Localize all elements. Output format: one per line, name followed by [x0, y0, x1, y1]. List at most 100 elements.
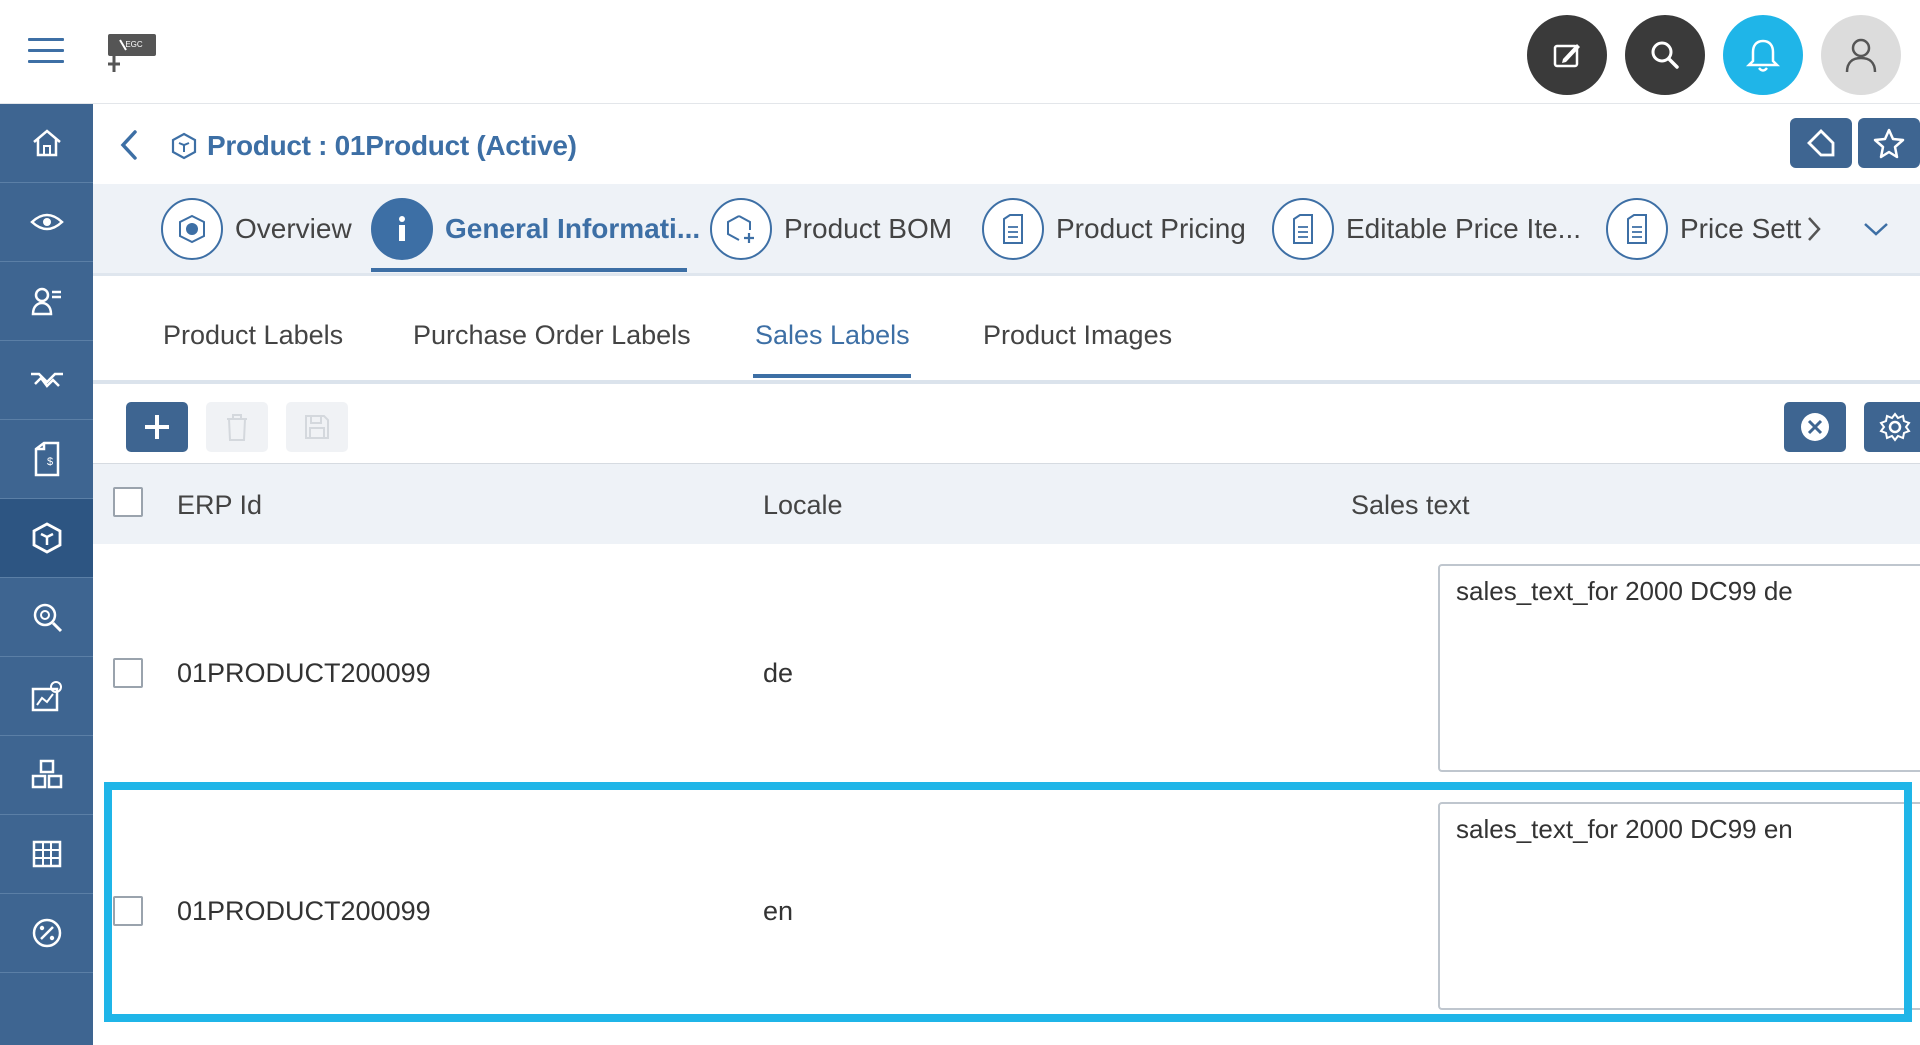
table-row[interactable]: 01PRODUCT200099 de sales_text_for 2000 D…	[93, 548, 1920, 786]
main-tab-bar: Overview General Informati... Product BO…	[93, 184, 1920, 276]
percent-icon	[32, 918, 61, 948]
user-icon	[1845, 38, 1877, 73]
chevron-right-icon	[1808, 217, 1821, 241]
hamburger-menu-icon[interactable]	[28, 38, 64, 68]
price-document-icon	[1293, 214, 1313, 244]
tab-label: Editable Price Ite...	[1346, 213, 1582, 244]
page-header: Product : 01Product (Active)	[93, 104, 1920, 184]
tab-product-pricing[interactable]: Product Pricing	[982, 196, 1246, 262]
erp-id-cell: 01PRODUCT200099	[177, 896, 431, 926]
active-tab-indicator	[371, 268, 687, 272]
trash-icon	[227, 414, 247, 441]
bell-icon	[1745, 39, 1781, 72]
erp-id-cell: 01PRODUCT200099	[177, 658, 431, 688]
svg-text:EGC: EGC	[125, 40, 143, 49]
tag-button[interactable]	[1790, 118, 1852, 168]
tab-editable-price-items[interactable]: Editable Price Ite...	[1272, 196, 1581, 262]
tab-overview[interactable]: Overview	[161, 196, 352, 262]
app-logo[interactable]: EGC	[104, 30, 160, 78]
back-button[interactable]	[117, 128, 141, 162]
table-toolbar	[93, 388, 1920, 464]
sidebar-item-analysis[interactable]	[0, 578, 93, 657]
sidebar-item-watch[interactable]	[0, 183, 93, 262]
cubes-icon	[31, 759, 62, 789]
chart-settings-icon	[31, 681, 62, 712]
add-row-button[interactable]	[126, 402, 188, 452]
tab-product-bom[interactable]: Product BOM	[710, 196, 952, 262]
search-icon	[1651, 41, 1679, 69]
column-header-sales-text[interactable]: Sales text	[1351, 490, 1470, 521]
tab-label: Overview	[235, 213, 352, 244]
box-add-icon	[727, 215, 754, 243]
save-button[interactable]	[286, 402, 348, 452]
plus-icon	[145, 415, 169, 439]
sidebar-item-home[interactable]	[0, 104, 93, 183]
handshake-icon	[30, 372, 63, 388]
notifications-button[interactable]	[1723, 15, 1803, 95]
star-icon	[1873, 128, 1905, 159]
row-checkbox[interactable]	[113, 896, 143, 926]
table-header: ERP Id Locale Sales text	[93, 464, 1920, 544]
sidebar-item-tables[interactable]	[0, 815, 93, 894]
column-header-erp-id[interactable]: ERP Id	[177, 490, 262, 521]
edit-icon	[1553, 44, 1580, 68]
user-profile-button[interactable]	[1821, 15, 1901, 95]
sidebar-nav: $	[0, 104, 93, 1045]
favorite-button[interactable]	[1858, 118, 1920, 168]
product-box-icon	[32, 522, 61, 554]
chevron-left-icon	[120, 130, 137, 160]
tab-label: Product BOM	[784, 213, 953, 244]
document-price-icon: $	[34, 441, 59, 477]
select-all-checkbox[interactable]	[113, 487, 143, 517]
home-icon	[32, 129, 61, 157]
top-bar: EGC	[0, 0, 1920, 104]
row-checkbox[interactable]	[113, 658, 143, 688]
tab-general-information[interactable]: General Informati...	[371, 196, 700, 262]
sidebar-item-customers[interactable]	[0, 262, 93, 341]
table-row[interactable]: 01PRODUCT200099 en sales_text_for 2000 D…	[93, 786, 1920, 1024]
sidebar-item-discounts[interactable]	[0, 894, 93, 973]
locale-cell: en	[763, 896, 794, 926]
clear-filter-button[interactable]	[1784, 402, 1846, 452]
gear-icon	[1879, 412, 1911, 442]
active-subtab-indicator	[753, 374, 911, 378]
sidebar-item-deals[interactable]	[0, 341, 93, 420]
column-header-locale[interactable]: Locale	[763, 490, 843, 521]
svg-text:$: $	[47, 456, 53, 468]
sidebar-item-quotes[interactable]: $	[0, 420, 93, 499]
grid-icon	[32, 840, 61, 868]
tabs-dropdown-button[interactable]	[1861, 220, 1891, 243]
tag-icon	[1807, 129, 1835, 157]
page-title: Product : 01Product (Active)	[207, 130, 577, 161]
floppy-disk-icon	[305, 415, 329, 439]
gear-box-icon	[179, 214, 205, 244]
tab-label: Price Sett	[1680, 213, 1802, 244]
search-button[interactable]	[1625, 15, 1705, 95]
sub-tab-bar: Product Labels Purchase Order Labels Sal…	[93, 276, 1920, 384]
sales-text-input[interactable]: sales_text_for 2000 DC99 de	[1438, 564, 1920, 772]
price-document-icon	[1627, 214, 1647, 244]
tab-label: Product Pricing	[1056, 213, 1246, 244]
sidebar-item-products[interactable]	[0, 499, 93, 578]
sidebar-item-reports[interactable]	[0, 657, 93, 736]
table-settings-button[interactable]	[1864, 402, 1920, 452]
tab-price-settings[interactable]: Price Sett	[1606, 196, 1801, 262]
delete-button[interactable]	[206, 402, 268, 452]
sidebar-item-bundles[interactable]	[0, 736, 93, 815]
price-document-icon	[1003, 214, 1023, 244]
locale-cell: de	[763, 658, 794, 688]
edit-button[interactable]	[1527, 15, 1607, 95]
subtab-sales-labels[interactable]: Sales Labels	[755, 320, 910, 351]
eye-icon	[29, 213, 64, 231]
info-icon	[399, 216, 405, 241]
subtab-product-images[interactable]: Product Images	[983, 320, 1172, 351]
subtab-product-labels[interactable]: Product Labels	[163, 320, 343, 351]
tabs-scroll-right-button[interactable]	[1805, 214, 1823, 249]
search-gear-icon	[33, 603, 62, 633]
chevron-down-icon	[1864, 223, 1888, 236]
product-icon	[171, 132, 197, 160]
user-list-icon	[31, 287, 61, 316]
sales-text-input[interactable]: sales_text_for 2000 DC99 en	[1438, 802, 1920, 1010]
close-circle-icon	[1801, 413, 1829, 441]
subtab-purchase-order-labels[interactable]: Purchase Order Labels	[413, 320, 691, 351]
